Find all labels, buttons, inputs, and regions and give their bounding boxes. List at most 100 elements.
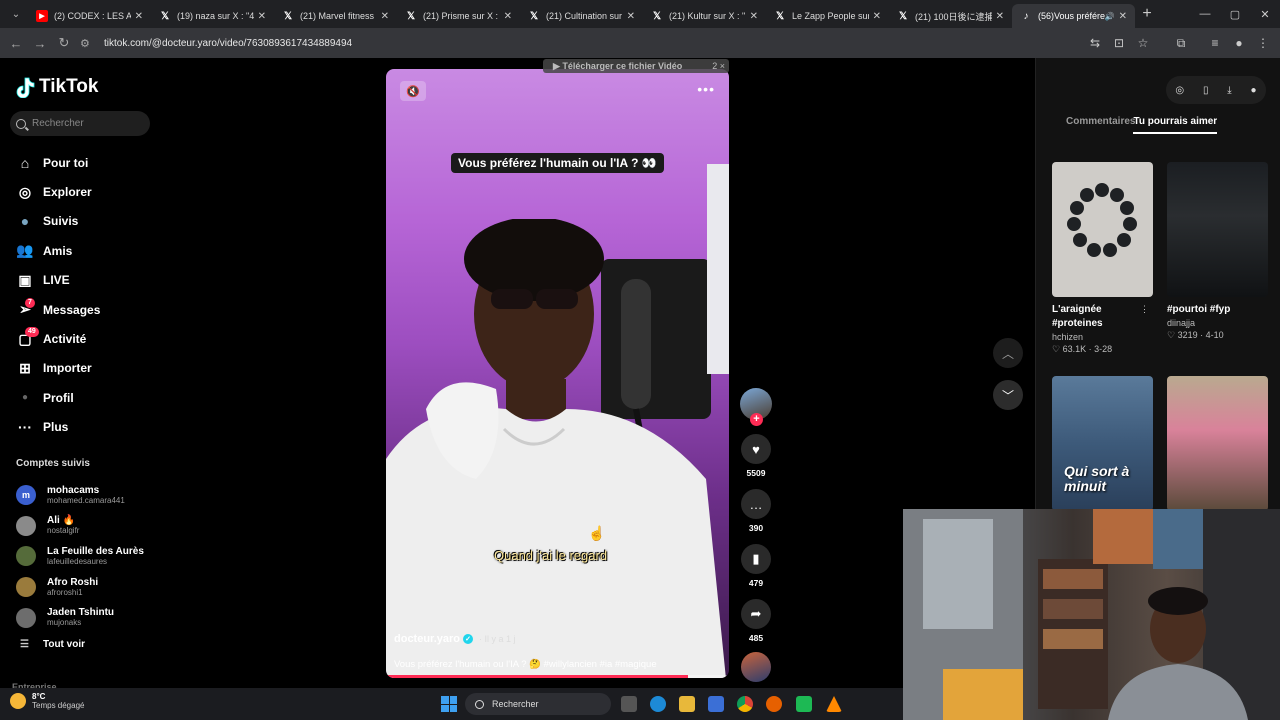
heart-icon[interactable]: ♥ bbox=[741, 434, 771, 464]
extensions-icon[interactable]: ⧉ bbox=[1170, 36, 1192, 51]
browser-tab[interactable]: 𝕏 (21) Kultur sur X : " ✕ bbox=[643, 4, 766, 28]
weather-temp: 8°C bbox=[32, 692, 46, 701]
close-tab-icon[interactable]: ✕ bbox=[504, 11, 512, 22]
tiktok-logo[interactable]: TikTok bbox=[16, 76, 98, 98]
tab-search-button[interactable]: ⌄ bbox=[4, 4, 28, 24]
back-button[interactable]: ← bbox=[4, 36, 28, 51]
x-icon: 𝕏 bbox=[652, 10, 662, 22]
close-tab-icon[interactable]: ✕ bbox=[750, 11, 758, 22]
new-tab-button[interactable]: + bbox=[1135, 5, 1159, 23]
tab-comments[interactable]: Commentaires bbox=[1066, 116, 1135, 134]
compass-icon[interactable]: ◎ bbox=[1175, 85, 1184, 96]
download-video-pill[interactable]: ▶ Télécharger ce fichier Vidéo 2 × bbox=[543, 59, 729, 73]
follow-plus-icon[interactable]: + bbox=[750, 413, 763, 426]
close-tab-icon[interactable]: ✕ bbox=[873, 11, 881, 22]
device-icon[interactable]: ▯ bbox=[1203, 85, 1209, 96]
followed-account[interactable]: Ali 🔥 nostalgifr bbox=[16, 511, 144, 542]
close-tab-icon[interactable]: ✕ bbox=[381, 11, 389, 22]
video-player[interactable]: 🔇 ••• Vous préférez l'humain ou l'IA ? 👀… bbox=[386, 69, 729, 678]
suggestion-card[interactable]: #pourtoi #fyp diinajja ♡ 3219 · 4-10 bbox=[1167, 162, 1268, 341]
avatar bbox=[16, 607, 36, 628]
sidebar-item-plus[interactable]: ··· Plus bbox=[16, 413, 100, 442]
address-bar[interactable]: ⚙ tiktok.com/@docteur.yaro/video/7630893… bbox=[80, 31, 1080, 55]
browser-tab[interactable]: 𝕏 Le Zapp People sur X ✕ bbox=[766, 4, 889, 28]
video-progress-bar[interactable] bbox=[386, 675, 729, 678]
sidebar-item-activit-[interactable]: ▢ 49 Activité bbox=[16, 324, 100, 353]
site-info-icon[interactable]: ⚙ bbox=[80, 37, 96, 50]
edge-icon[interactable] bbox=[650, 696, 666, 712]
maximize-button[interactable]: ▢ bbox=[1220, 8, 1250, 21]
close-tab-icon[interactable]: ✕ bbox=[258, 11, 266, 22]
see-all-button[interactable]: ☰ Tout voir bbox=[20, 639, 85, 650]
card-more-icon[interactable]: ⋮ bbox=[1140, 304, 1149, 315]
author-name: docteur.yaro bbox=[394, 633, 461, 645]
close-tab-icon[interactable]: ✕ bbox=[135, 11, 143, 22]
close-tab-icon[interactable]: ✕ bbox=[1119, 11, 1127, 22]
music-disc-icon[interactable] bbox=[741, 652, 771, 682]
profile-avatar-icon[interactable]: ● bbox=[1228, 36, 1250, 50]
translate-icon[interactable]: ⇆ bbox=[1084, 36, 1106, 50]
followed-account[interactable]: m mohacams mohamed.camara441 bbox=[16, 480, 144, 511]
tab-suggestions[interactable]: Tu pourrais aimer bbox=[1133, 116, 1218, 134]
browser-menu-icon[interactable]: ⋮ bbox=[1252, 36, 1274, 50]
reload-button[interactable]: ↻ bbox=[52, 35, 76, 51]
volume-muted-icon[interactable]: 🔇 bbox=[400, 81, 426, 101]
close-window-button[interactable]: ✕ bbox=[1250, 8, 1280, 21]
install-app-icon[interactable]: ⊡ bbox=[1108, 36, 1130, 50]
forward-button[interactable]: → bbox=[28, 36, 52, 51]
next-video-button[interactable]: ﹀ bbox=[993, 380, 1023, 410]
browser-tab[interactable]: 𝕏 (21) 100日後に逮捕さ ✕ bbox=[889, 4, 1012, 28]
download-close[interactable]: 2 × bbox=[712, 61, 725, 71]
browser-tab[interactable]: ♪ (56)Vous préfére 🔊 ✕ bbox=[1012, 4, 1135, 28]
more-options-icon[interactable]: ••• bbox=[697, 81, 715, 97]
sidebar-item-explorer[interactable]: ◎ Explorer bbox=[16, 177, 100, 206]
windows-start-icon[interactable] bbox=[441, 696, 457, 712]
sidebar-item-pour-toi[interactable]: ⌂ Pour toi bbox=[16, 148, 100, 177]
game-app-icon[interactable] bbox=[796, 696, 812, 712]
bookmark-star-icon[interactable]: ☆ bbox=[1132, 36, 1154, 50]
browser-tab[interactable]: 𝕏 (21) Prisme sur X : "m ✕ bbox=[397, 4, 520, 28]
share-arrow-icon[interactable]: ➦ bbox=[741, 599, 771, 629]
browser-tab[interactable]: 𝕏 (19) naza sur X : "40i ✕ bbox=[151, 4, 274, 28]
browser-tab[interactable]: 𝕏 (21) Cultination sur X ✕ bbox=[520, 4, 643, 28]
vlc-icon[interactable] bbox=[826, 696, 842, 712]
followed-account[interactable]: La Feuille des Aurès lafeuilledesaures bbox=[16, 541, 144, 572]
sidebar-item-profil[interactable]: ● Profil bbox=[16, 383, 100, 412]
close-tab-icon[interactable]: ✕ bbox=[996, 11, 1004, 22]
browser-tab[interactable]: ▶ (2) CODEX : LES ANIM ✕ bbox=[28, 4, 151, 28]
sidebar-item-label: Pour toi bbox=[43, 155, 89, 170]
taskbar-search-icon bbox=[475, 699, 484, 709]
store-icon[interactable] bbox=[708, 696, 724, 712]
weather-widget[interactable]: 8°C Temps dégagé bbox=[10, 692, 84, 710]
suggestion-card[interactable] bbox=[1167, 376, 1268, 511]
download-icon[interactable]: ⤓ bbox=[1227, 85, 1231, 96]
user-avatar-icon[interactable]: ● bbox=[1251, 85, 1257, 96]
close-tab-icon[interactable]: ✕ bbox=[627, 11, 635, 22]
media-controls-icon[interactable]: ≡ bbox=[1204, 36, 1226, 50]
sidebar-item-amis[interactable]: 👥 Amis bbox=[16, 236, 100, 265]
video-description: Vous préférez l'humain ou l'IA ? 🤔 #will… bbox=[394, 659, 657, 670]
comment-icon[interactable]: … bbox=[741, 489, 771, 519]
tab-audio-icon[interactable]: 🔊 bbox=[1105, 12, 1115, 21]
suggestion-card[interactable]: Qui sort à minuit bbox=[1052, 376, 1153, 511]
x-icon: 𝕏 bbox=[529, 10, 539, 22]
suggestion-card[interactable]: L'araignée #proteines hchizen ♡ 63.1K · … bbox=[1052, 162, 1153, 355]
taskbar-search[interactable]: Rechercher bbox=[465, 693, 611, 715]
minimize-button[interactable]: — bbox=[1190, 8, 1220, 20]
followed-account[interactable]: Jaden Tshintu mujonaks bbox=[16, 602, 144, 633]
previous-video-button[interactable]: ︿ bbox=[993, 338, 1023, 368]
sidebar-search-input[interactable]: Rechercher bbox=[10, 111, 150, 136]
sidebar-item-live[interactable]: ▣ LIVE bbox=[16, 266, 100, 295]
followed-account[interactable]: Afro Roshi afroroshi1 bbox=[16, 572, 144, 603]
browser-tab[interactable]: 𝕏 (21) Marvel fitness re ✕ bbox=[274, 4, 397, 28]
chrome-icon[interactable] bbox=[737, 696, 753, 712]
task-view-icon[interactable] bbox=[621, 696, 637, 712]
video-author[interactable]: docteur.yaro ✓ · Il y a 1 j bbox=[394, 633, 516, 645]
creator-avatar[interactable]: + bbox=[740, 388, 772, 426]
file-explorer-icon[interactable] bbox=[679, 696, 695, 712]
sidebar-item-suivis[interactable]: ● Suivis bbox=[16, 207, 100, 236]
bookmark-icon[interactable]: ▮ bbox=[741, 544, 771, 574]
sidebar-item-importer[interactable]: ⊞ Importer bbox=[16, 354, 100, 383]
firefox-icon[interactable] bbox=[766, 696, 782, 712]
sidebar-item-messages[interactable]: ➢ 7 Messages bbox=[16, 295, 100, 324]
